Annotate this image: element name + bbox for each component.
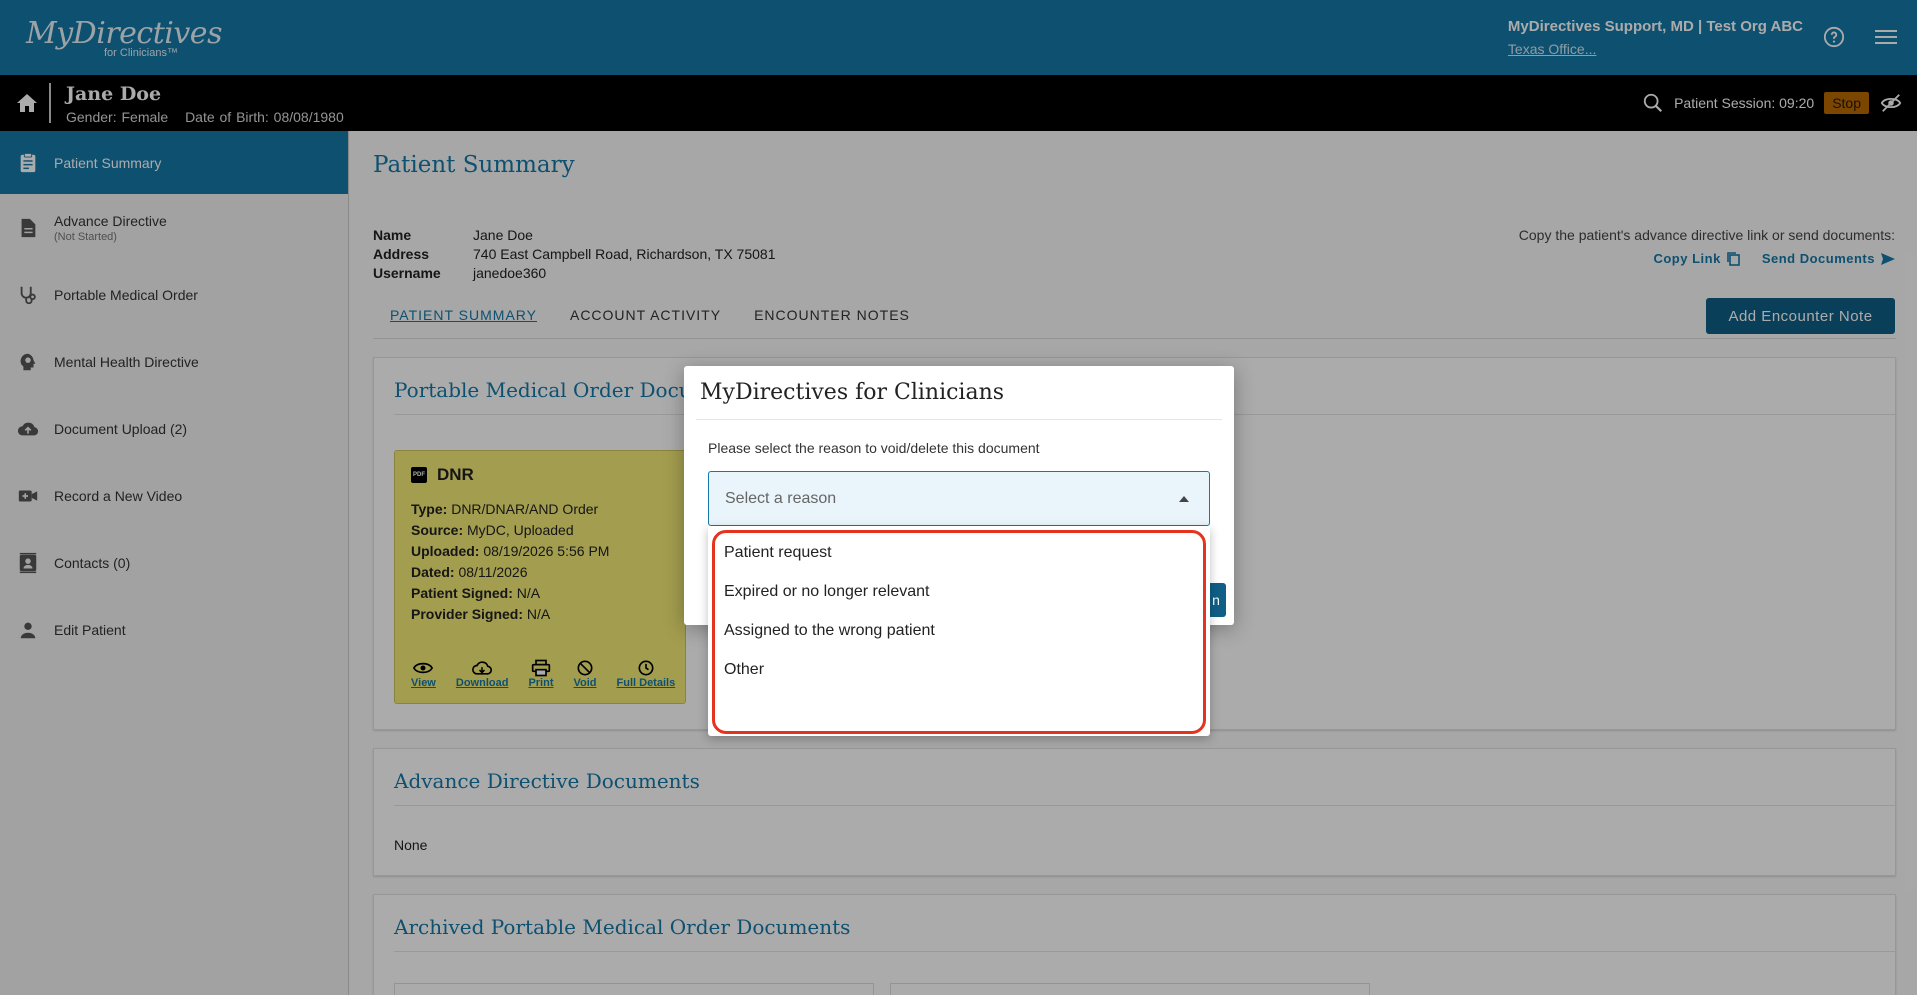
reason-options-list: Patient request Expired or no longer rel… [708, 526, 1210, 736]
caret-up-icon [1179, 496, 1189, 502]
dialog-prompt: Please select the reason to void/delete … [708, 440, 1040, 456]
reason-option-wrong-patient[interactable]: Assigned to the wrong patient [724, 622, 935, 640]
reason-select-placeholder: Select a reason [725, 490, 837, 507]
reason-select[interactable]: Select a reason [708, 471, 1210, 526]
reason-option-patient-request[interactable]: Patient request [724, 544, 832, 562]
dialog-title: MyDirectives for Clinicians [700, 380, 1005, 405]
dialog-divider [696, 419, 1222, 420]
reason-option-expired[interactable]: Expired or no longer relevant [724, 583, 929, 601]
reason-option-other[interactable]: Other [724, 661, 764, 679]
